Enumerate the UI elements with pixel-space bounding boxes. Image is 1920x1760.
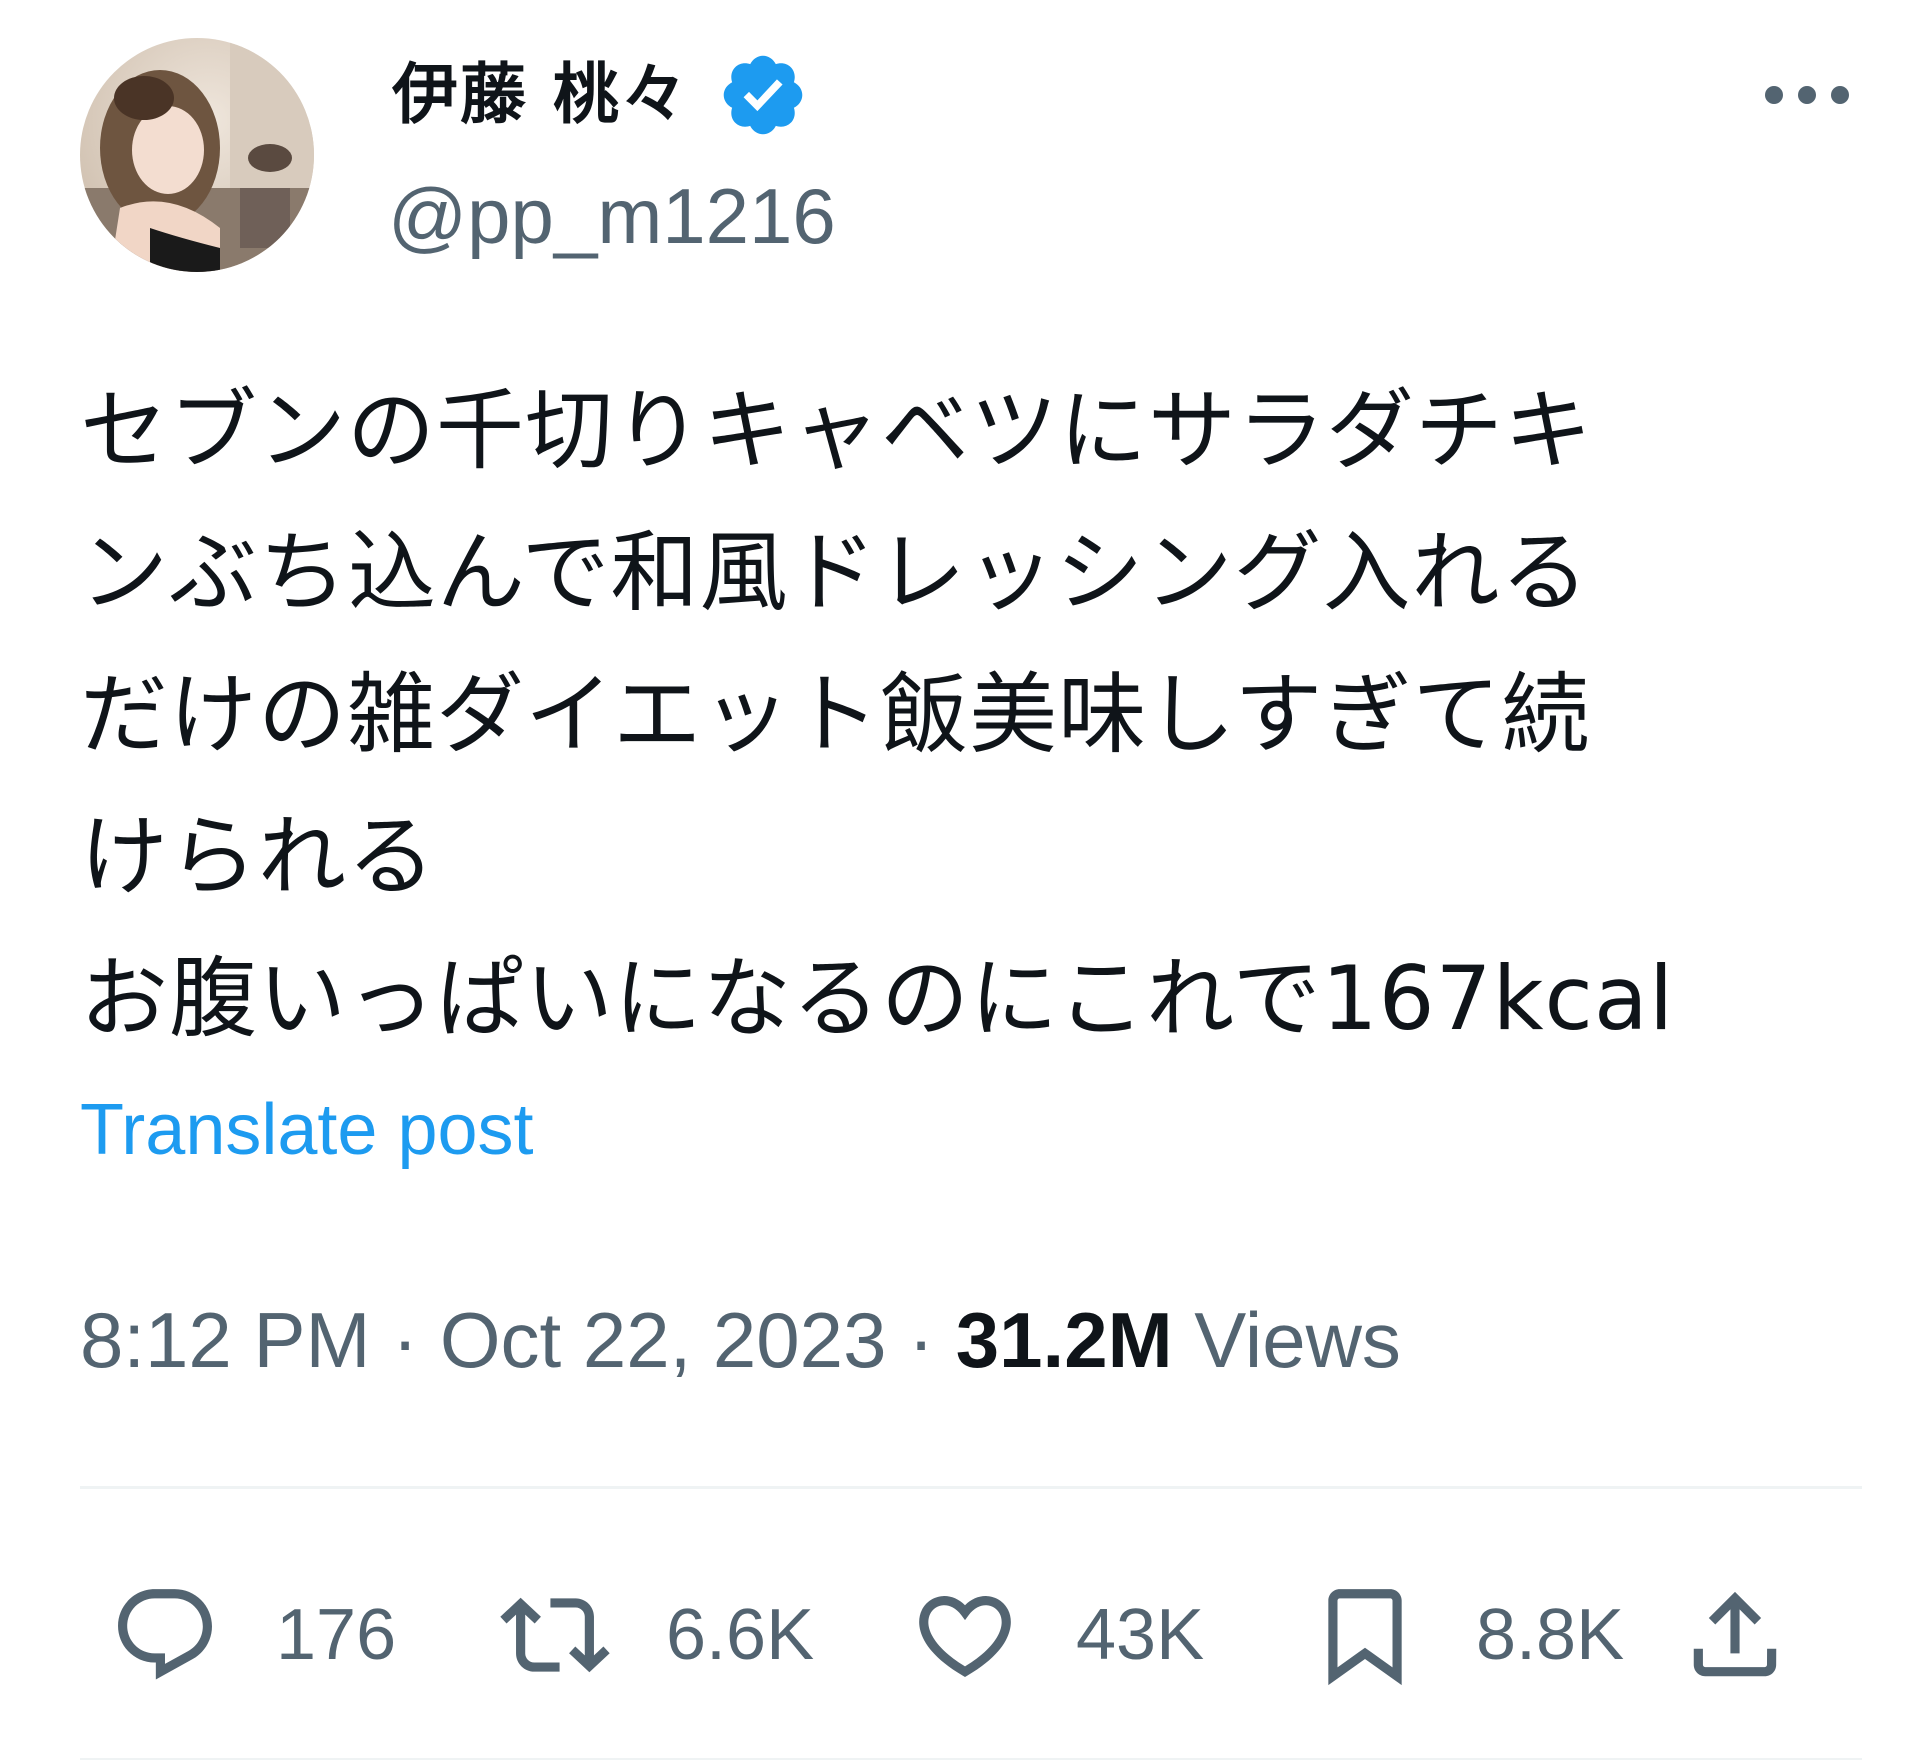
like-count: 43K	[1076, 1595, 1205, 1675]
repost-button[interactable]: 6.6K	[500, 1570, 814, 1700]
repost-count: 6.6K	[666, 1595, 815, 1675]
heart-icon	[919, 1596, 1011, 1677]
tweet-meta: 8:12 PM · Oct 22, 2023 · 31.2M Views	[80, 1290, 1401, 1390]
author-name-row: 伊藤 桃々	[392, 50, 809, 140]
author-display-name[interactable]: 伊藤 桃々	[392, 50, 689, 140]
verified-badge-icon[interactable]	[717, 49, 809, 141]
reply-count: 176	[276, 1595, 397, 1675]
meta-separator: ·	[908, 1296, 956, 1384]
like-button[interactable]: 43K	[910, 1570, 1204, 1700]
reply-icon	[118, 1589, 212, 1680]
tweet-text: セブンの千切りキャベツにサラダチキ ンぶち込んで和風ドレッシング入れる だけの雑…	[80, 360, 1840, 1070]
divider	[80, 1486, 1862, 1489]
bookmark-icon	[1328, 1589, 1402, 1686]
share-button[interactable]	[1680, 1570, 1790, 1700]
bookmark-button[interactable]: 8.8K	[1310, 1570, 1624, 1700]
tweet-time[interactable]: 8:12 PM	[80, 1296, 370, 1384]
translate-post-link[interactable]: Translate post	[80, 1080, 534, 1180]
tweet-text-line: お腹いっぱいになるのにこれで167kcal	[80, 947, 1675, 1050]
share-icon	[1693, 1591, 1777, 1677]
views-label: Views	[1194, 1296, 1401, 1384]
tweet-text-line: けられる	[80, 805, 437, 908]
action-bar: 176 6.6K 43K 8.8K	[80, 1570, 1862, 1700]
avatar-photo	[80, 38, 314, 272]
tweet-text-line: セブンの千切りキャベツにサラダチキ	[80, 379, 1594, 482]
avatar[interactable]	[80, 38, 314, 272]
author-handle[interactable]: @pp_m1216	[388, 168, 836, 264]
views-count: 31.2M	[955, 1296, 1173, 1384]
tweet-text-line: だけの雑ダイエット飯美味しすぎて続	[80, 663, 1591, 766]
more-horizontal-icon	[1765, 86, 1849, 104]
tweet-date[interactable]: Oct 22, 2023	[440, 1296, 887, 1384]
tweet-text-line: ンぶち込んで和風ドレッシング入れる	[80, 521, 1590, 624]
more-options-button[interactable]	[1752, 60, 1862, 130]
reply-button[interactable]: 176	[110, 1570, 396, 1700]
bookmark-count: 8.8K	[1476, 1595, 1625, 1675]
repost-icon	[500, 1597, 610, 1673]
meta-separator: ·	[392, 1296, 440, 1384]
